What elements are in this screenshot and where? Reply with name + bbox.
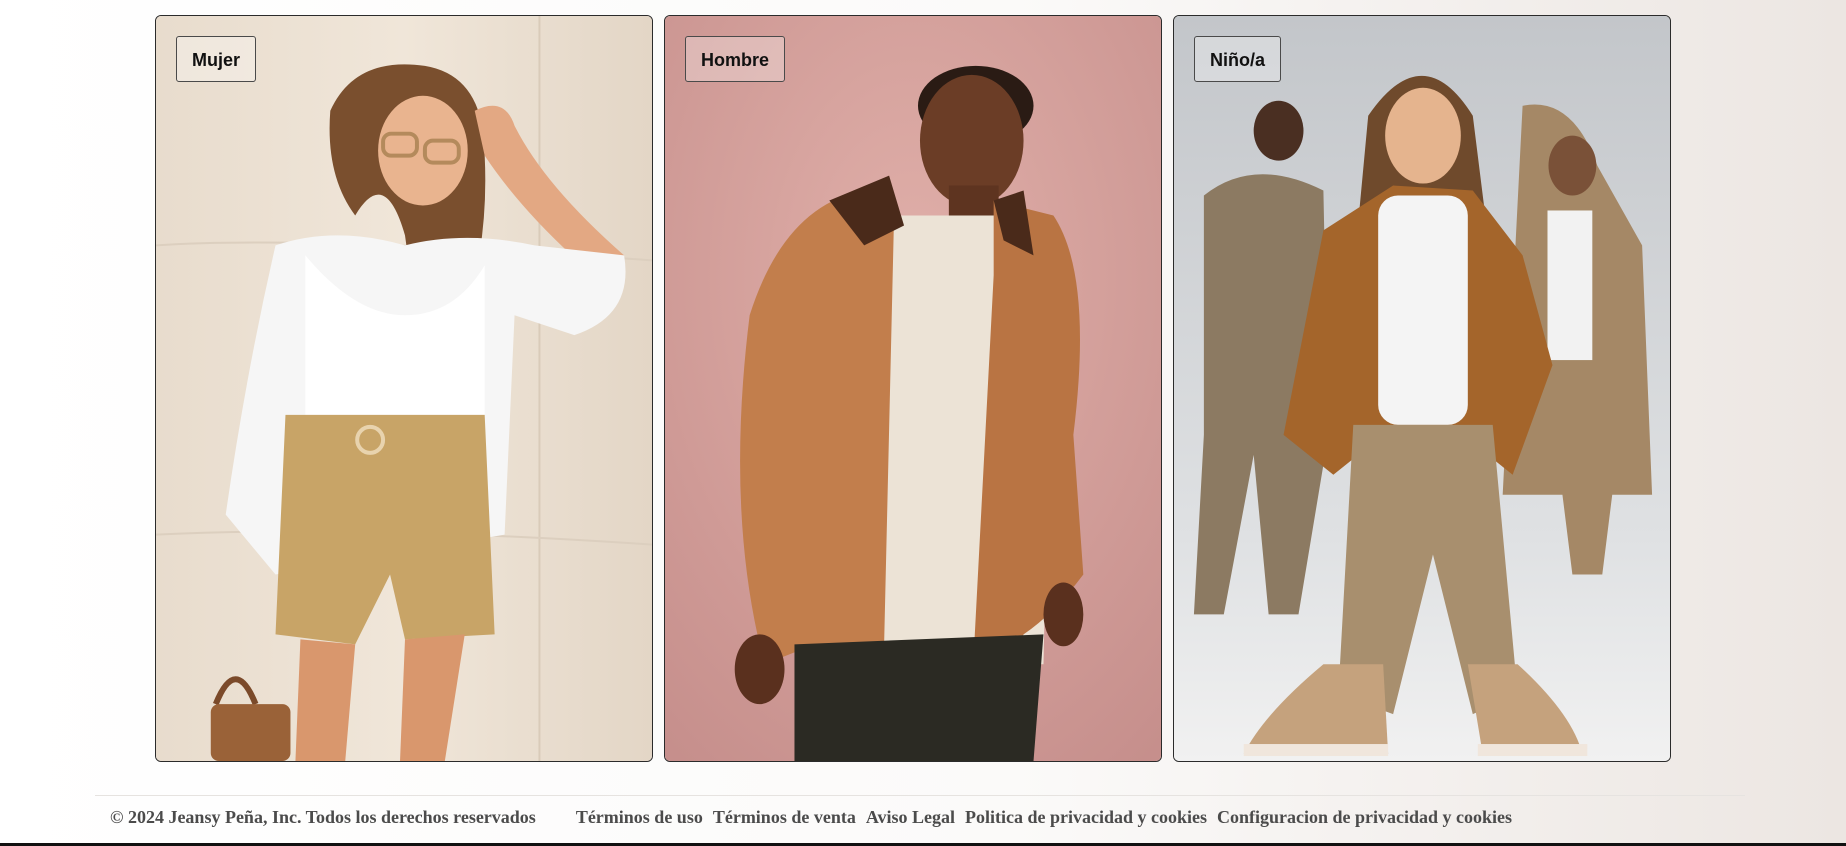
copyright-text: © 2024 Jeansy Peña, Inc. Todos los derec…	[110, 807, 536, 827]
footer-link-terminos-de-venta[interactable]: Términos de venta	[713, 807, 856, 828]
footer-link-aviso-legal[interactable]: Aviso Legal	[866, 807, 955, 828]
category-cards: Mujer Hombre Niño/a	[155, 15, 1671, 762]
man-fashion-photo[interactable]	[665, 16, 1161, 761]
category-label-mujer[interactable]: Mujer	[176, 36, 257, 82]
woman-fashion-photo[interactable]	[156, 16, 652, 761]
footer-link-config-privacidad[interactable]: Configuracion de privacidad y cookies	[1217, 807, 1512, 828]
footer-link-privacidad-cookies[interactable]: Politica de privacidad y cookies	[965, 807, 1207, 828]
category-card-mujer[interactable]: Mujer	[155, 15, 653, 762]
footer-links: Términos de uso Términos de venta Aviso …	[576, 807, 1512, 828]
footer: © 2024 Jeansy Peña, Inc. Todos los derec…	[95, 795, 1745, 828]
footer-link-terminos-de-uso[interactable]: Términos de uso	[576, 807, 703, 828]
category-label-ninos[interactable]: Niño/a	[1194, 36, 1282, 82]
category-card-hombre[interactable]: Hombre	[664, 15, 1162, 762]
category-label-hombre[interactable]: Hombre	[685, 36, 786, 82]
category-card-ninos[interactable]: Niño/a	[1173, 15, 1671, 762]
kids-fashion-photo[interactable]	[1174, 16, 1670, 761]
